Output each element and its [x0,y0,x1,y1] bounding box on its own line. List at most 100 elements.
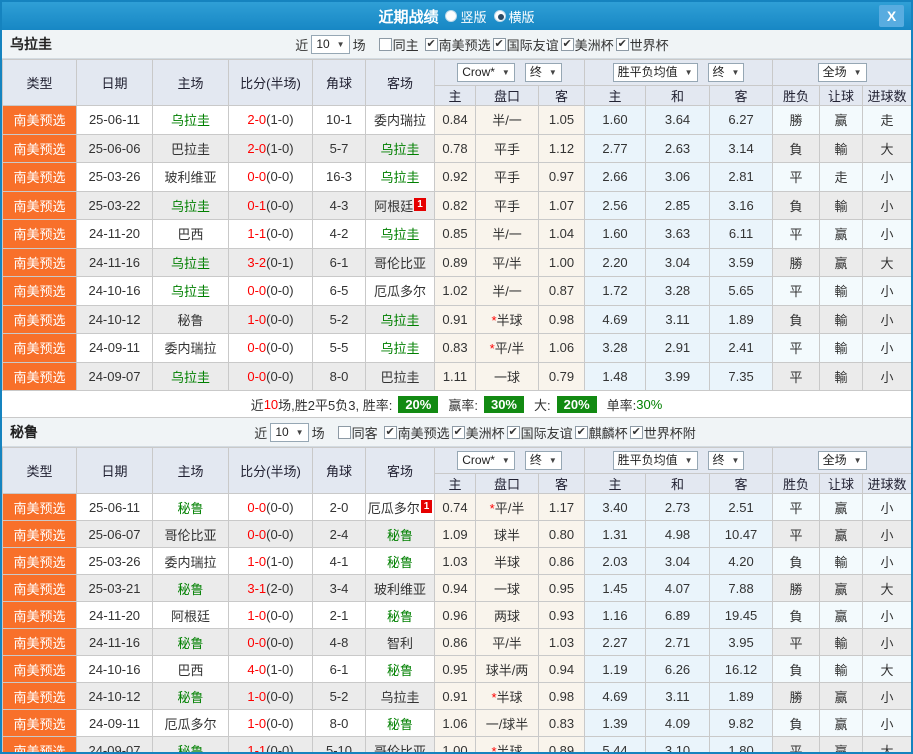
match-type-cell[interactable]: 南美预选 [2,682,77,710]
match-date-cell: 24-09-07 [76,361,153,391]
match-type-cell[interactable]: 南美预选 [2,133,77,163]
home-team-name: 厄瓜多尔 [164,716,217,732]
radio-unselected-icon[interactable] [445,10,458,22]
checkbox-checked-icon[interactable]: ✔ [629,425,643,439]
checkbox-checked-icon[interactable]: ✔ [506,425,520,439]
match-type-cell[interactable]: 南美预选 [2,709,77,737]
mean-home-odds: 1.60 [584,105,647,135]
checkbox-checked-icon[interactable]: ✔ [574,425,588,439]
match-type-cell[interactable]: 南美预选 [2,219,77,249]
score-cell: 1-0(0-0) [228,601,313,629]
bookmaker-select-value: Crow* [462,65,495,79]
league-filter-checkbox[interactable]: ✔ 国际友谊 [506,423,573,442]
home-team-cell: 玻利维亚 [152,162,229,192]
match-count-select[interactable]: 10 ▼ [311,34,350,54]
chevron-down-icon: ▼ [336,39,345,49]
mean-away-odds: 7.88 [709,574,774,602]
league-filter-checkbox[interactable]: ✔ 国际友谊 [492,35,559,54]
header-home: 主场 [152,59,229,106]
away-team-cell: 乌拉圭 [365,219,435,249]
match-date-cell: 25-06-07 [76,520,153,548]
fulltime-select[interactable]: 全场 ▼ [817,63,867,82]
match-date-cell: 25-06-11 [76,105,153,135]
header-type: 类型 [2,447,77,494]
match-type-cell[interactable]: 南美预选 [2,493,77,521]
league-filter-checkbox[interactable]: ✔ 南美预选 [383,423,450,442]
checkbox-checked-icon[interactable]: ✔ [560,37,574,51]
mean-draw-odds: 2.91 [645,333,711,363]
match-type-cell[interactable]: 南美预选 [2,601,77,629]
layout-radio-vertical[interactable]: 竖版 [445,7,487,26]
summary-row: 近 10 场,胜2平5负3, 胜率: 20% 赢率: 30% 大: 20% 单率: … [2,391,911,418]
checkbox-checked-icon[interactable]: ✔ [383,425,397,439]
home-team-cell: 乌拉圭 [152,247,229,277]
crow-home-odds: 1.11 [434,361,476,391]
bookmaker-select[interactable]: Crow* ▼ [457,451,515,470]
bookmaker-select-value: Crow* [462,453,495,467]
mean-odds-select[interactable]: 胜平负均值 ▼ [612,451,698,470]
handicap-line: 一球 [493,581,520,597]
checkbox-checked-icon[interactable]: ✔ [451,425,465,439]
league-filter-checkbox[interactable]: ✔ 美洲杯 [451,423,505,442]
chevron-down-icon: ▼ [501,68,510,77]
away-team-cell: 阿根廷 1 [365,190,435,220]
same-venue-checkbox[interactable]: 同主 [378,35,419,54]
mean-odds-select[interactable]: 胜平负均值 ▼ [612,63,698,82]
fulltime-select[interactable]: 全场 ▼ [817,451,867,470]
subheader-crow-home: 主 [434,85,476,106]
subheader-result-handicap: 让球 [819,85,864,106]
checkbox-unchecked-icon[interactable] [337,425,351,439]
match-count-select[interactable]: 10 ▼ [270,422,309,442]
match-type-cell[interactable]: 南美预选 [2,105,77,135]
fulltime-score: 0-1 [247,197,267,213]
header-fulltime-group: 全场 ▼ [772,59,911,86]
checkbox-checked-icon[interactable]: ✔ [615,37,629,51]
matches-label: 场 [311,425,325,441]
match-type-cell[interactable]: 南美预选 [2,190,77,220]
final-mean-select[interactable]: 终 ▼ [707,451,745,470]
league-filter-label: 国际友谊 [506,37,559,53]
match-type-cell[interactable]: 南美预选 [2,162,77,192]
match-type-cell[interactable]: 南美预选 [2,628,77,656]
match-type-cell[interactable]: 南美预选 [2,574,77,602]
layout-radio-horizontal[interactable]: 横版 [493,7,535,26]
match-type-cell[interactable]: 南美预选 [2,333,77,363]
header-corner: 角球 [312,59,366,106]
sections-container: 乌拉圭 近 10 ▼ 场 同主 ✔ 南美预选 ✔ 国际友谊 ✔ 美洲杯 ✔ 世界杯 [2,30,911,752]
match-type-cell[interactable]: 南美预选 [2,655,77,683]
league-filter-checkbox[interactable]: ✔ 麒麟杯 [574,423,628,442]
league-filter-checkbox[interactable]: ✔ 世界杯附 [629,423,696,442]
checkbox-checked-icon[interactable]: ✔ [492,37,506,51]
match-type-cell[interactable]: 南美预选 [2,520,77,548]
match-type-cell[interactable]: 南美预选 [2,361,77,391]
match-type-cell[interactable]: 南美预选 [2,736,77,752]
home-team-name: 乌拉圭 [170,369,210,385]
bookmaker-select[interactable]: Crow* ▼ [457,63,515,82]
checkbox-checked-icon[interactable]: ✔ [424,37,438,51]
checkbox-unchecked-icon[interactable] [378,37,392,51]
final-odds-select[interactable]: 终 ▼ [524,451,562,470]
corner-cell: 2-4 [312,520,366,548]
crow-away-odds: 1.06 [537,333,586,363]
fulltime-score: 2-0 [247,112,267,128]
crow-away-odds: 0.86 [537,547,586,575]
away-team-name: 智利 [386,635,413,651]
away-team-name: 乌拉圭 [380,341,420,357]
league-filter-checkbox[interactable]: ✔ 南美预选 [424,35,491,54]
radio-selected-icon[interactable] [493,10,506,22]
same-venue-checkbox[interactable]: 同客 [337,423,378,442]
match-count-value: 10 [316,36,330,51]
match-type-cell[interactable]: 南美预选 [2,247,77,277]
home-team-name: 哥伦比亚 [164,527,217,543]
final-mean-select[interactable]: 终 ▼ [707,63,745,82]
league-filter-checkbox[interactable]: ✔ 世界杯 [615,35,669,54]
match-type-cell[interactable]: 南美预选 [2,547,77,575]
match-type-cell[interactable]: 南美预选 [2,304,77,334]
header-mean-group: 胜平负均值 ▼ 终 ▼ [584,59,774,86]
mean-home-odds: 1.72 [584,276,647,306]
close-button[interactable]: X [879,5,904,27]
match-type-cell[interactable]: 南美预选 [2,276,77,306]
handicap-line: 平/半 [494,341,525,357]
league-filter-checkbox[interactable]: ✔ 美洲杯 [560,35,614,54]
final-odds-select[interactable]: 终 ▼ [524,63,562,82]
